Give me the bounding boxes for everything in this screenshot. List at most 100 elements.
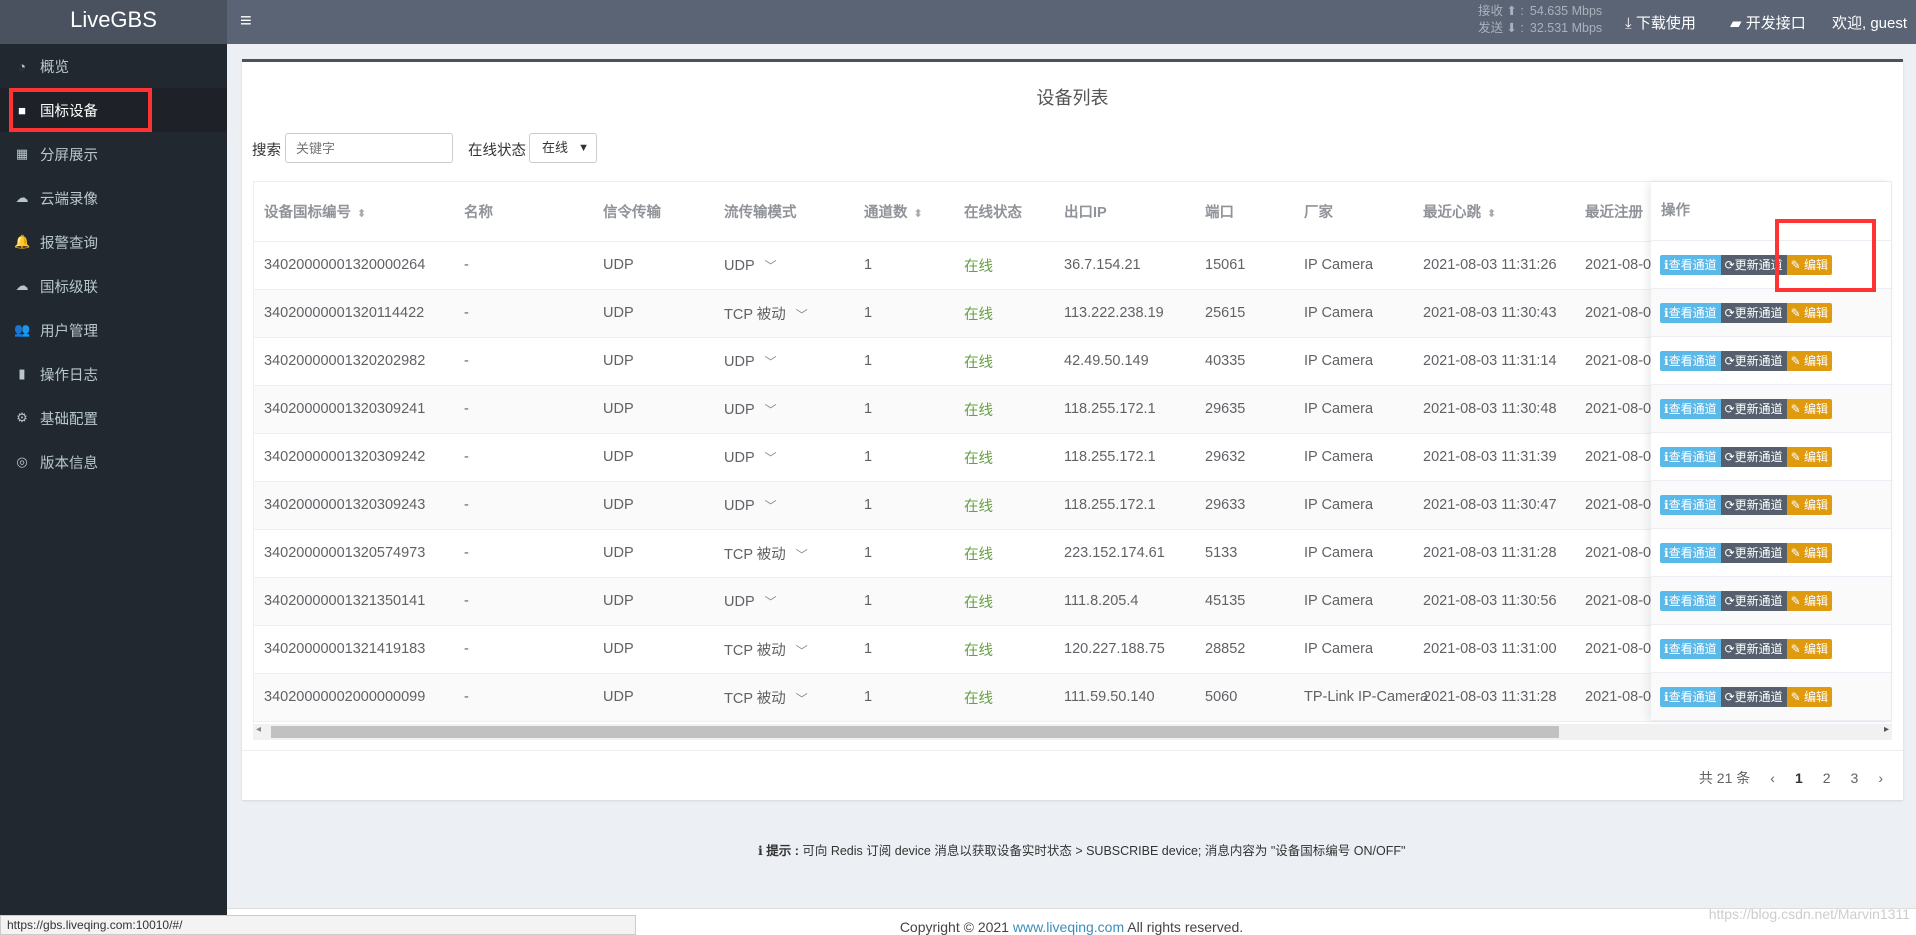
- top-navbar: LiveGBS ≡ 接收 ⬆ : 54.635 Mbps 发送 ⬇ : 32.531…: [0, 0, 1916, 44]
- edit-button[interactable]: ✎ 编辑: [1786, 254, 1833, 275]
- cell-value: -: [464, 545, 469, 561]
- column-header[interactable]: 最近心跳 ⬍: [1413, 182, 1575, 242]
- chevron-down-icon[interactable]: ﹀: [765, 259, 777, 273]
- view-channels-button[interactable]: ℹ查看通道: [1660, 302, 1721, 323]
- sidebar-item[interactable]: ☁ 国标级联: [0, 264, 227, 308]
- chevron-down-icon[interactable]: ﹀: [765, 595, 777, 609]
- column-header: 在线状态: [954, 182, 1054, 242]
- welcome-user[interactable]: 欢迎, guest: [1832, 12, 1907, 33]
- scroll-right-icon[interactable]: ▸: [1884, 724, 1889, 735]
- refresh-channels-button[interactable]: ⟳更新通道: [1720, 590, 1787, 611]
- btn-label: 编辑: [1804, 545, 1829, 560]
- prev-page-button[interactable]: ‹: [1770, 770, 1775, 786]
- edit-button[interactable]: ✎ 编辑: [1786, 302, 1833, 323]
- status-select[interactable]: 在线 ▼: [529, 133, 597, 163]
- sort-icon[interactable]: ⬍: [914, 208, 923, 220]
- edit-button[interactable]: ✎ 编辑: [1786, 686, 1833, 707]
- refresh-channels-button[interactable]: ⟳更新通道: [1720, 542, 1787, 563]
- edit-button[interactable]: ✎ 编辑: [1786, 446, 1833, 467]
- view-channels-button[interactable]: ℹ查看通道: [1660, 446, 1721, 467]
- refresh-channels-button[interactable]: ⟳更新通道: [1720, 446, 1787, 467]
- edit-button[interactable]: ✎ 编辑: [1786, 398, 1833, 419]
- view-channels-button[interactable]: ℹ查看通道: [1660, 686, 1721, 707]
- api-link[interactable]: ▰ 开发接口: [1730, 12, 1806, 33]
- btn-label: 更新通道: [1734, 593, 1783, 608]
- chevron-down-icon[interactable]: ﹀: [765, 499, 777, 513]
- sidebar-item[interactable]: ▮ 操作日志: [0, 352, 227, 396]
- sidebar-item[interactable]: ☁ 云端录像: [0, 176, 227, 220]
- tip: ℹ 提示 : 可向 Redis 订阅 device 消息以获取设备实时状态 > …: [758, 840, 1405, 859]
- search-label: 搜索: [252, 143, 281, 159]
- table-row: 34020000001321419183 - UDP TCP 被动 ﹀ 1 在线 120.22…: [254, 625, 1891, 674]
- users-icon: 👥: [14, 322, 31, 337]
- table-cell: UDP: [593, 289, 714, 338]
- table-cell: 29635: [1195, 385, 1294, 434]
- table-cell: 在线: [954, 481, 1054, 530]
- sort-icon[interactable]: ⬍: [357, 208, 366, 220]
- sidebar: ◔ 概览 ■ 国标设备 ▦ 分屏展示 ☁ 云端录像 🔔 报警查询 ☁ 国标级联 👥 用户管理 ▮ 操作日志 ⚙ 基…: [0, 44, 227, 935]
- edit-button[interactable]: ✎ 编辑: [1786, 542, 1833, 563]
- page-2[interactable]: 2: [1823, 770, 1831, 786]
- cell-value: 2021-08-03: [1585, 353, 1660, 369]
- chevron-down-icon[interactable]: ﹀: [765, 403, 777, 417]
- horizontal-scrollbar[interactable]: ◂ ▸: [253, 724, 1892, 740]
- table-cell: 34020000001321350141: [254, 577, 454, 626]
- footer-link[interactable]: www.liveqing.com: [1013, 919, 1124, 935]
- cell-value: UDP: [603, 257, 634, 273]
- sidebar-item[interactable]: ⚙ 基础配置: [0, 396, 227, 440]
- refresh-channels-button[interactable]: ⟳更新通道: [1720, 398, 1787, 419]
- chevron-down-icon[interactable]: ﹀: [796, 308, 808, 322]
- refresh-channels-button[interactable]: ⟳更新通道: [1720, 494, 1787, 515]
- chevron-down-icon[interactable]: ﹀: [796, 644, 808, 658]
- view-channels-button[interactable]: ℹ查看通道: [1660, 254, 1721, 275]
- sort-icon[interactable]: ⬍: [1487, 208, 1496, 220]
- scroll-left-icon[interactable]: ◂: [256, 724, 261, 735]
- view-channels-button[interactable]: ℹ查看通道: [1660, 542, 1721, 563]
- table-cell: 36.7.154.21: [1054, 241, 1195, 290]
- table-cell: UDP: [593, 673, 714, 722]
- edit-button[interactable]: ✎ 编辑: [1786, 350, 1833, 371]
- sidebar-item[interactable]: 👥 用户管理: [0, 308, 227, 352]
- sidebar-item[interactable]: ■ 国标设备: [0, 88, 227, 132]
- cell-value: 120.227.188.75: [1064, 641, 1165, 657]
- column-header[interactable]: 设备国标编号 ⬍: [254, 182, 454, 242]
- sidebar-item[interactable]: ▦ 分屏展示: [0, 132, 227, 176]
- cell-value: UDP: [603, 353, 634, 369]
- sidebar-item[interactable]: ◎ 版本信息: [0, 440, 227, 484]
- column-header-label: 最近注册: [1585, 204, 1643, 221]
- refresh-channels-button[interactable]: ⟳更新通道: [1720, 302, 1787, 323]
- btn-label: 编辑: [1804, 689, 1829, 704]
- page-1[interactable]: 1: [1795, 770, 1803, 786]
- table-cell: 1: [854, 673, 954, 722]
- sidebar-item-label: 操作日志: [40, 367, 98, 384]
- table-cell: 在线: [954, 289, 1054, 338]
- column-header[interactable]: 通道数 ⬍: [854, 182, 954, 242]
- refresh-channels-button[interactable]: ⟳更新通道: [1720, 638, 1787, 659]
- scrollbar-thumb[interactable]: [271, 726, 1559, 738]
- download-link[interactable]: ⤓ 下载使用: [1625, 12, 1696, 33]
- hamburger-icon[interactable]: ≡: [240, 10, 252, 33]
- sidebar-item[interactable]: 🔔 报警查询: [0, 220, 227, 264]
- edit-button[interactable]: ✎ 编辑: [1786, 638, 1833, 659]
- chevron-down-icon[interactable]: ﹀: [765, 355, 777, 369]
- view-channels-button[interactable]: ℹ查看通道: [1660, 350, 1721, 371]
- chevron-down-icon[interactable]: ﹀: [796, 692, 808, 706]
- view-channels-button[interactable]: ℹ查看通道: [1660, 638, 1721, 659]
- refresh-channels-button[interactable]: ⟳更新通道: [1720, 350, 1787, 371]
- page-3[interactable]: 3: [1851, 770, 1859, 786]
- chevron-down-icon[interactable]: ﹀: [765, 451, 777, 465]
- next-page-button[interactable]: ›: [1878, 770, 1883, 786]
- view-channels-button[interactable]: ℹ查看通道: [1660, 590, 1721, 611]
- view-channels-button[interactable]: ℹ查看通道: [1660, 494, 1721, 515]
- view-channels-button[interactable]: ℹ查看通道: [1660, 398, 1721, 419]
- table-cell: 2021-08-03 11:31:39: [1413, 433, 1575, 482]
- refresh-channels-button[interactable]: ⟳更新通道: [1720, 686, 1787, 707]
- search-input[interactable]: [285, 133, 453, 163]
- edit-button[interactable]: ✎ 编辑: [1786, 590, 1833, 611]
- logo[interactable]: LiveGBS: [0, 0, 227, 44]
- table-row: 34020000002000000099 - UDP TCP 被动 ﹀ 1 在线 111.59…: [254, 673, 1891, 722]
- refresh-channels-button[interactable]: ⟳更新通道: [1720, 254, 1787, 275]
- chevron-down-icon[interactable]: ﹀: [796, 548, 808, 562]
- sidebar-item[interactable]: ◔ 概览: [0, 44, 227, 88]
- edit-button[interactable]: ✎ 编辑: [1786, 494, 1833, 515]
